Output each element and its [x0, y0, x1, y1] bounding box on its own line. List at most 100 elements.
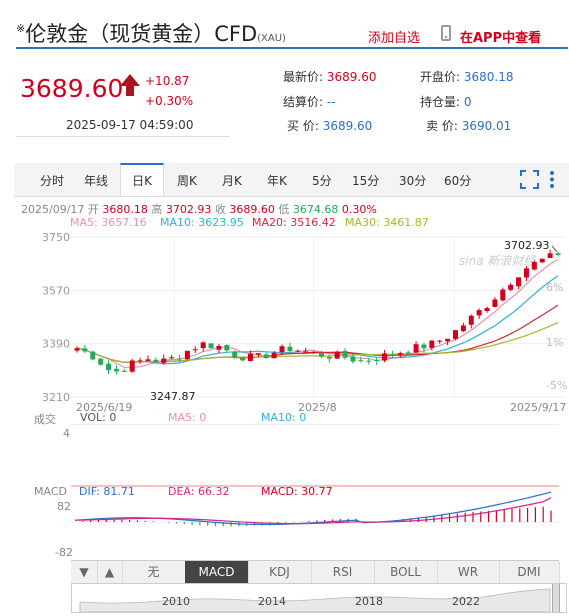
candlestick-chart[interactable]: 37503570339032106%1%-5%sina 新浪财经3702.933… [14, 229, 569, 415]
candle-body [184, 350, 190, 360]
volume-divider [71, 424, 559, 425]
change-value: +10.87 [145, 74, 190, 88]
ma5-label: MA5: 3657.16 [70, 216, 147, 229]
candle-body [555, 253, 561, 255]
candle-body [121, 370, 127, 372]
indicator-dmi[interactable]: DMI [499, 561, 560, 583]
candle-body [429, 340, 435, 348]
tab-30min[interactable]: 30分 [399, 172, 426, 189]
x-tick-label: 2025/9/17 [510, 401, 566, 414]
candle-body [216, 345, 222, 350]
candle-body [397, 353, 403, 355]
timeline-overview [79, 588, 551, 612]
indicator-rsi[interactable]: RSI [311, 561, 375, 583]
macd-label: MACD [34, 485, 67, 498]
ma20-label: MA20: 3516.42 [252, 216, 336, 229]
candle-body [500, 289, 506, 301]
dif-line [74, 491, 552, 526]
candle-body [208, 343, 214, 349]
info-settle: 结算价: -- [283, 93, 336, 110]
page-title: ※伦敦金（现货黄金）CFD(XAU) [16, 18, 286, 48]
scroll-down-button[interactable]: ▼ [71, 561, 98, 583]
indicator-kdj[interactable]: KDJ [248, 561, 312, 583]
indicator-macd[interactable]: MACD [185, 561, 249, 583]
y-tick-label: 3390 [42, 338, 70, 351]
info-label: 卖 价: [426, 119, 458, 133]
candle-body [247, 353, 253, 361]
tab-yearline[interactable]: 年线 [84, 172, 108, 189]
volume-label: 成交 [34, 413, 56, 426]
info-value: 3680.18 [463, 70, 514, 84]
info-bid: 买 价: 3689.60 [287, 117, 372, 134]
tab-intraday[interactable]: 分时 [40, 172, 64, 189]
ohlc-low-label: 低 [278, 203, 290, 216]
candle-body [106, 363, 112, 371]
timestamp-divider [16, 136, 230, 137]
add-watchlist-button[interactable]: 添加自选 [368, 27, 420, 46]
tab-daily-k[interactable]: 日K [120, 163, 164, 196]
candle-body [240, 358, 246, 361]
candle-body [113, 368, 119, 372]
info-latest: 最新价: 3689.60 [283, 68, 377, 85]
candle-body [255, 353, 261, 355]
candle-body [547, 253, 553, 259]
candle-body [192, 349, 198, 351]
high-annotation-pointer [551, 245, 558, 253]
candle-body [279, 346, 285, 353]
candle-body [437, 340, 443, 342]
timeline-navigator[interactable]: 2010 2014 2018 2022 [71, 583, 567, 613]
info-label: 开盘价: [420, 70, 461, 84]
indicator-none[interactable]: 无 [122, 561, 186, 583]
indicator-tabs: ▼ ▲ 无 MACD KDJ RSI BOLL WR DMI [71, 560, 560, 584]
tab-monthly-k[interactable]: 月K [222, 172, 242, 189]
candle-body [326, 357, 332, 359]
candle-body [82, 348, 88, 352]
tab-15min[interactable]: 15分 [352, 172, 379, 189]
candle-body [405, 352, 411, 354]
info-label: 买 价: [287, 119, 319, 133]
indicator-wr[interactable]: WR [437, 561, 500, 583]
scroll-up-button[interactable]: ▲ [97, 561, 123, 583]
candle-body [476, 310, 482, 316]
candle-body [200, 342, 206, 349]
tab-5min[interactable]: 5分 [312, 172, 332, 189]
vol-value: VOL: 0 [80, 411, 117, 424]
candle-body [452, 330, 458, 339]
ohlc-low: 3674.68 [292, 203, 339, 216]
tab-weekly-k[interactable]: 周K [177, 172, 197, 189]
candle-body [342, 350, 348, 358]
info-label: 持仓量: [420, 95, 461, 109]
quote-timestamp: 2025-09-17 04:59:00 [66, 118, 194, 132]
ohlc-readout: 2025/09/17 开 3680.18 高 3702.93 收 3689.60… [21, 201, 377, 217]
ohlc-close: 3689.60 [229, 203, 275, 216]
more-menu-icon[interactable] [549, 170, 555, 189]
indicator-boll[interactable]: BOLL [374, 561, 438, 583]
watermark: sina 新浪财经 [459, 254, 537, 268]
range-handle[interactable] [552, 584, 560, 612]
candle-body [531, 262, 537, 270]
candle-body [350, 356, 356, 362]
tab-yearly-k[interactable]: 年K [267, 172, 287, 189]
ma30-label: MA30: 3461.87 [345, 216, 429, 229]
tab-60min[interactable]: 60分 [444, 172, 471, 189]
info-value: -- [326, 95, 336, 109]
candle-body [484, 308, 490, 312]
view-in-app-button[interactable]: 在APP中查看 [460, 27, 541, 46]
title-mark: ※ [16, 22, 26, 35]
phone-icon [441, 25, 451, 41]
ma5-line [76, 258, 559, 369]
change-percent: +0.30% [145, 94, 194, 108]
macd-chart[interactable] [71, 482, 559, 558]
volume-scale: 4 [63, 427, 70, 440]
fullscreen-icon[interactable] [520, 170, 539, 189]
ma30-line [76, 322, 559, 363]
period-tabs: 分时 年线 日K 周K 月K 年K 5分 15分 30分 60分 [14, 163, 569, 197]
ma10-label: MA10: 3623.95 [160, 216, 244, 229]
candle-body [516, 277, 522, 287]
candle-body [318, 353, 324, 357]
info-value: 3689.60 [322, 119, 373, 133]
info-ask: 卖 价: 3690.01 [426, 117, 511, 134]
candle-body [445, 338, 451, 342]
info-open: 开盘价: 3680.18 [420, 68, 514, 85]
timeline-label: 2014 [258, 595, 286, 608]
